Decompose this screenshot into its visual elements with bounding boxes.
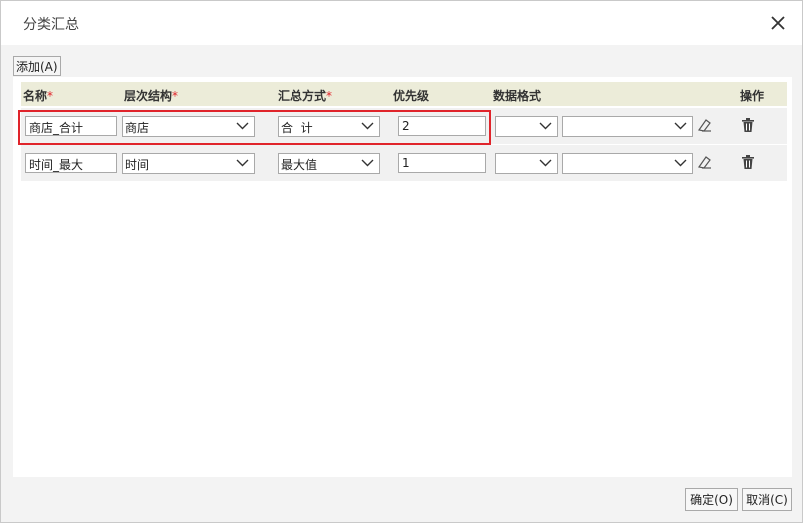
- cancel-button[interactable]: 取消(C): [742, 488, 792, 511]
- chevron-down-icon: [361, 122, 374, 130]
- priority-input[interactable]: 1: [398, 153, 486, 173]
- chevron-down-icon: [539, 122, 552, 130]
- header-name: 名称*: [23, 89, 54, 103]
- priority-input[interactable]: 2: [398, 116, 486, 136]
- chevron-down-icon: [236, 159, 249, 167]
- format-value-select[interactable]: [562, 153, 693, 174]
- hierarchy-select[interactable]: 时间: [122, 153, 255, 174]
- chevron-down-icon: [539, 159, 552, 167]
- close-icon[interactable]: [767, 12, 789, 34]
- method-select[interactable]: 最大值: [278, 153, 380, 174]
- format-type-select[interactable]: [495, 116, 558, 137]
- summary-dialog: 分类汇总 添加(A) 名称* 层次结构* 汇总方式* 优先级 数据格式 操作 商…: [0, 0, 803, 523]
- method-select[interactable]: 合 计: [278, 116, 380, 137]
- eraser-icon[interactable]: [697, 154, 713, 173]
- hierarchy-value: 商店: [125, 121, 150, 135]
- title-bar: 分类汇总: [1, 1, 802, 45]
- header-priority: 优先级: [393, 89, 430, 103]
- name-input[interactable]: 商店_合计: [25, 116, 117, 136]
- header-format: 数据格式: [493, 89, 542, 103]
- method-value: 最大值: [281, 158, 318, 172]
- table-header: 名称* 层次结构* 汇总方式* 优先级 数据格式 操作: [21, 82, 787, 106]
- header-method: 汇总方式*: [278, 89, 333, 103]
- trash-icon[interactable]: [740, 117, 756, 136]
- chevron-down-icon: [674, 159, 687, 167]
- method-value: 合 计: [281, 121, 313, 135]
- ok-button[interactable]: 确定(O): [685, 488, 738, 511]
- chevron-down-icon: [674, 122, 687, 130]
- name-input[interactable]: 时间_最大: [25, 153, 117, 173]
- format-type-select[interactable]: [495, 153, 558, 174]
- table-row: 商店_合计 商店 合 计 2: [21, 108, 787, 144]
- content-panel: 名称* 层次结构* 汇总方式* 优先级 数据格式 操作 商店_合计 商店 合 计…: [13, 77, 792, 477]
- chevron-down-icon: [236, 122, 249, 130]
- hierarchy-value: 时间: [125, 158, 150, 172]
- add-button[interactable]: 添加(A): [13, 56, 61, 76]
- format-value-select[interactable]: [562, 116, 693, 137]
- required-mark: *: [47, 89, 54, 103]
- required-mark: *: [172, 89, 179, 103]
- required-mark: *: [326, 89, 333, 103]
- header-hierarchy: 层次结构*: [124, 89, 179, 103]
- chevron-down-icon: [361, 159, 374, 167]
- hierarchy-select[interactable]: 商店: [122, 116, 255, 137]
- table-row: 时间_最大 时间 最大值 1: [21, 145, 787, 181]
- trash-icon[interactable]: [740, 154, 756, 173]
- dialog-title: 分类汇总: [23, 17, 79, 33]
- eraser-icon[interactable]: [697, 117, 713, 136]
- header-actions: 操作: [740, 89, 765, 103]
